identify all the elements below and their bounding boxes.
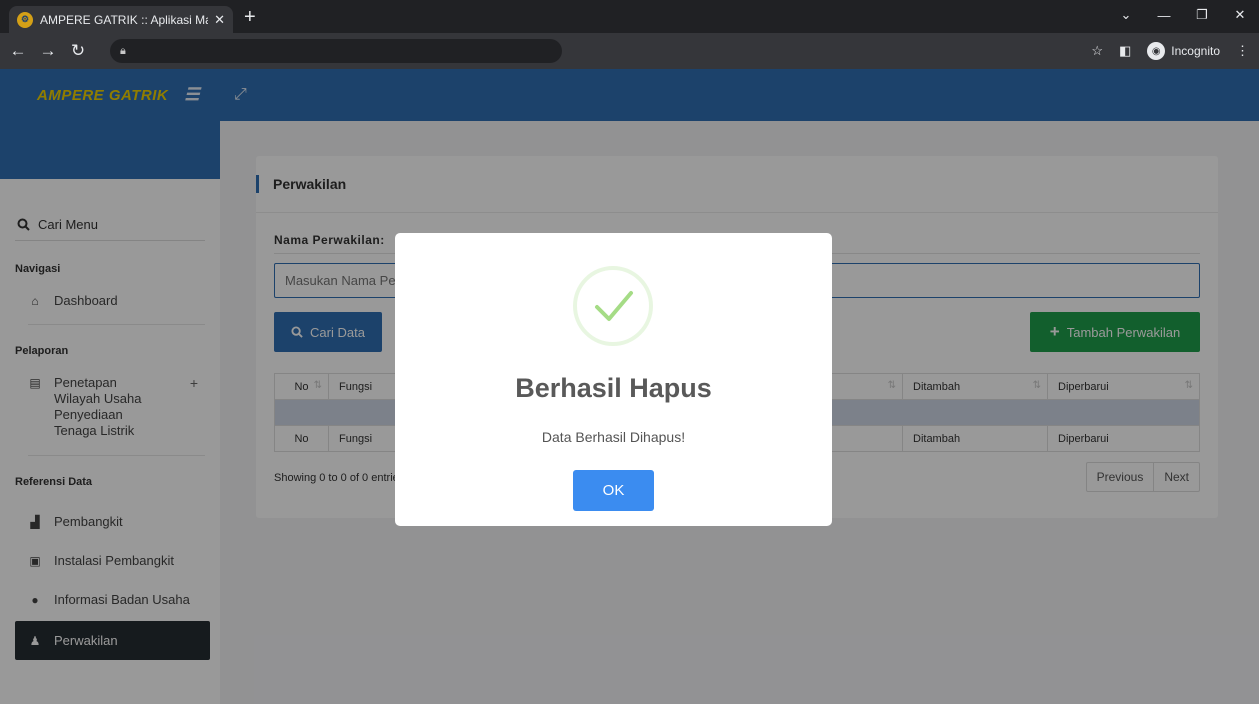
dialog-title: Berhasil Hapus xyxy=(515,373,712,403)
close-window-icon[interactable]: ✕ xyxy=(1221,0,1259,30)
minimize-icon[interactable]: — xyxy=(1145,0,1183,30)
new-tab-icon[interactable]: + xyxy=(244,7,256,27)
incognito-label: Incognito xyxy=(1171,44,1220,58)
bookmark-star-icon[interactable]: ☆ xyxy=(1091,43,1103,59)
back-icon[interactable]: ← xyxy=(6,41,30,61)
toolbar-actions: ☆ ◧ ◉ Incognito ⋮ xyxy=(1091,33,1249,69)
tab-search-icon[interactable]: ⌄ xyxy=(1107,0,1145,30)
lock-icon: 🔒︎ xyxy=(120,44,126,57)
browser-toolbar: ← → ↻ 🔒︎ ☆ ◧ ◉ Incognito ⋮ xyxy=(0,33,1259,69)
window-controls: ⌄ — ❐ ✕ xyxy=(1107,0,1259,30)
ok-button[interactable]: OK xyxy=(573,470,654,511)
address-bar[interactable]: 🔒︎ xyxy=(110,39,562,63)
incognito-badge[interactable]: ◉ Incognito xyxy=(1147,42,1220,60)
browser-tabbar: ⚙ AMPERE GATRIK :: Aplikasi Manaj ✕ + ⌄ … xyxy=(0,0,1259,33)
site-favicon-icon: ⚙ xyxy=(17,11,33,28)
side-panel-icon[interactable]: ◧ xyxy=(1119,43,1131,59)
dialog-message: Data Berhasil Dihapus! xyxy=(541,429,686,445)
browser-tab[interactable]: ⚙ AMPERE GATRIK :: Aplikasi Manaj ✕ xyxy=(9,6,233,33)
incognito-icon: ◉ xyxy=(1147,42,1166,60)
forward-icon[interactable]: → xyxy=(36,41,60,61)
reload-icon[interactable]: ↻ xyxy=(66,41,90,61)
restore-icon[interactable]: ❐ xyxy=(1183,0,1221,30)
checkmark-icon xyxy=(595,291,633,321)
success-dialog: Berhasil Hapus Data Berhasil Dihapus! OK xyxy=(395,233,832,526)
browser-menu-icon[interactable]: ⋮ xyxy=(1236,43,1249,59)
tab-title: AMPERE GATRIK :: Aplikasi Manaj xyxy=(40,12,208,27)
close-tab-icon[interactable]: ✕ xyxy=(214,12,225,28)
